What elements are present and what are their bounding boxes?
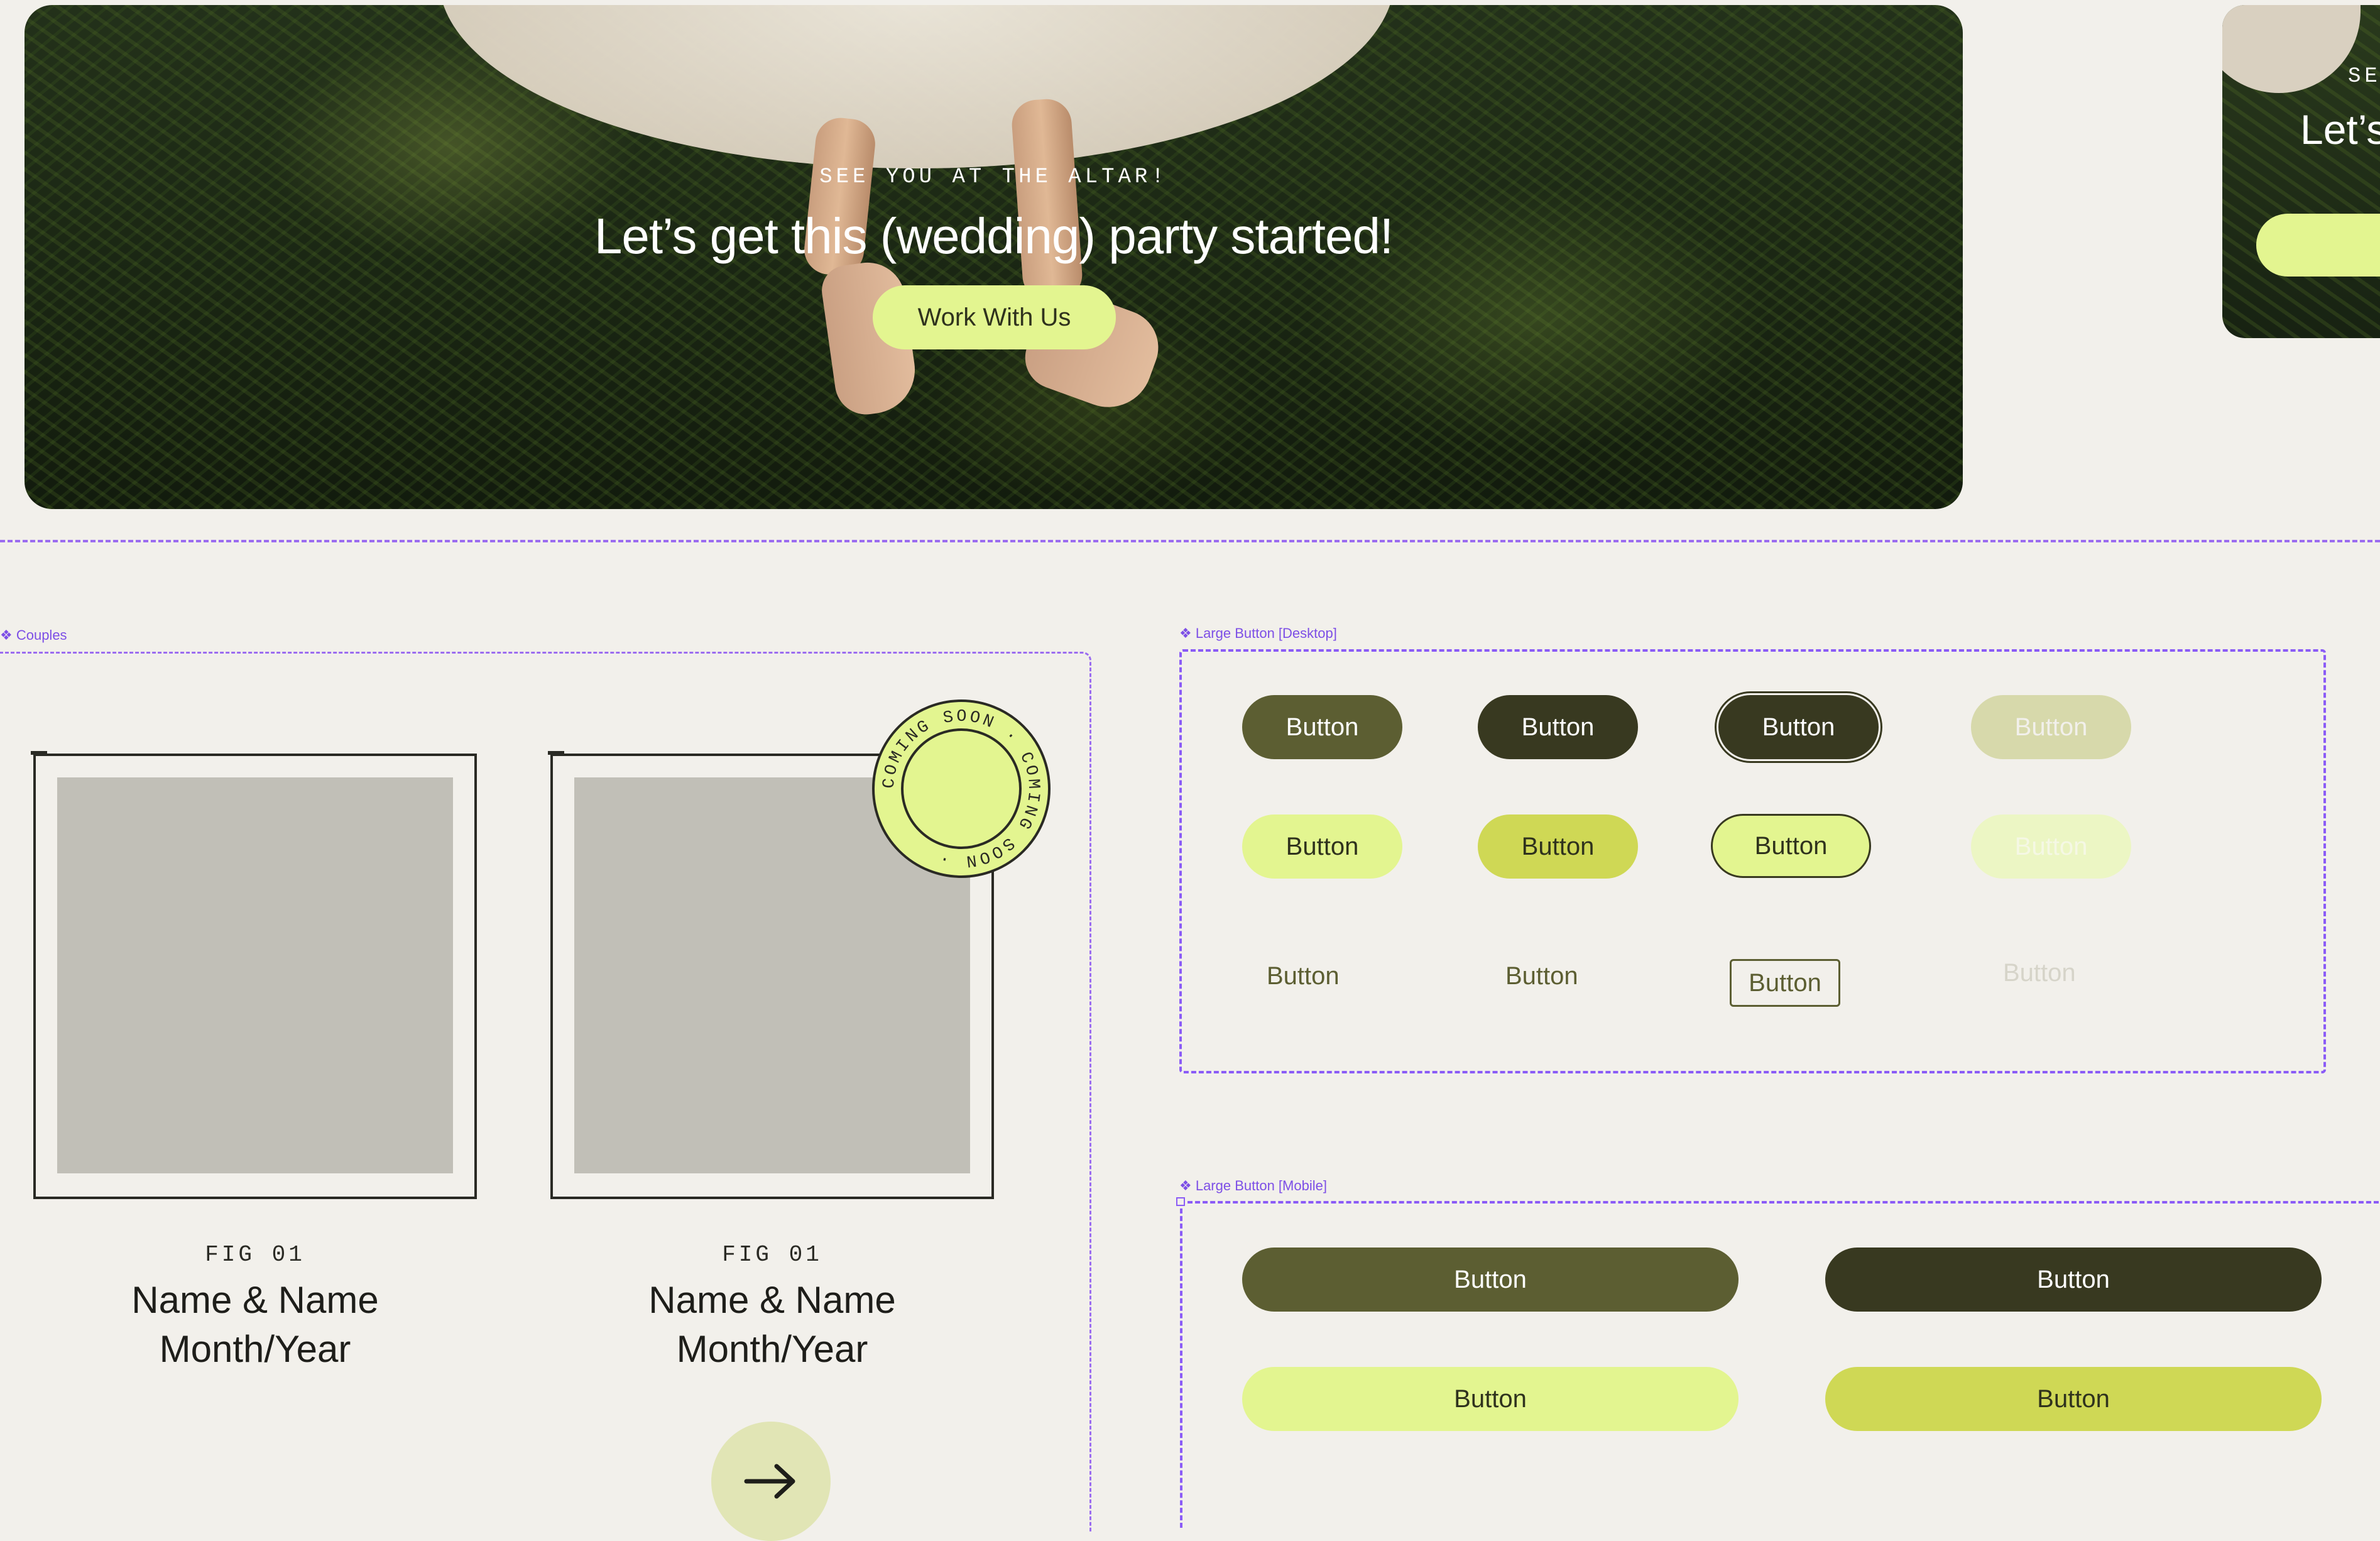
fig-label: FIG 01 [722,1242,822,1268]
hero-title: Let’s get this (wedding) party started! [594,208,1394,264]
text-button-hover[interactable]: Button [1502,962,1582,991]
hero-eyebrow: SEE YOU AT THE ALTAR! [819,165,1168,189]
work-with-us-button[interactable] [2256,214,2380,277]
secondary-button[interactable]: Button [1242,814,1402,879]
work-with-us-button[interactable]: Work With Us [873,285,1116,349]
primary-button-hover[interactable]: Button [1478,695,1638,759]
secondary-button-hover[interactable]: Button [1478,814,1638,879]
large-mobile-frame-label: ❖ Large Button [Mobile] [1179,1178,1327,1193]
primary-button[interactable]: Button [1242,695,1402,759]
coming-soon-badge: COMING SOON · COMING SOON · [872,699,1051,878]
hero-eyebrow: SEE [2348,65,2380,89]
hero-banner-mobile: SEE Let’s [2222,5,2380,338]
hero-dress-image [2222,5,2361,93]
large-desktop-frame-label: ❖ Large Button [Desktop] [1179,625,1337,641]
text-button-focus[interactable]: Button [1730,959,1840,1007]
arrow-right-icon [744,1464,795,1499]
couple-names: Name & Name [648,1279,896,1321]
couple-photo-card[interactable] [31,751,477,1199]
photo-placeholder [57,777,453,1173]
frame-resize-handle[interactable] [1176,1197,1185,1206]
next-arrow-button[interactable] [711,1422,831,1541]
primary-button-focus[interactable]: Button [1718,695,1879,759]
couples-frame-label: ❖ Couples [0,627,67,643]
section-divider [0,540,2380,542]
fig-label: FIG 01 [205,1242,305,1268]
secondary-button-focus[interactable]: Button [1711,814,1871,878]
primary-button-mobile[interactable]: Button [1242,1248,1739,1312]
primary-button-disabled: Button [1971,695,2131,759]
secondary-button-mobile[interactable]: Button [1242,1367,1739,1431]
text-button[interactable]: Button [1263,962,1343,991]
hero-title: Let’s [2300,106,2380,153]
text-button-disabled: Button [1999,958,2080,988]
couple-date: Month/Year [676,1328,868,1370]
couple-date: Month/Year [159,1328,351,1370]
couple-names: Name & Name [131,1279,379,1321]
secondary-button-mobile-hover[interactable]: Button [1825,1367,2322,1431]
primary-button-mobile-hover[interactable]: Button [1825,1248,2322,1312]
secondary-button-disabled: Button [1971,814,2131,879]
hero-dress-image [439,5,1394,168]
hero-banner: SEE YOU AT THE ALTAR! Let’s get this (we… [25,5,1963,509]
